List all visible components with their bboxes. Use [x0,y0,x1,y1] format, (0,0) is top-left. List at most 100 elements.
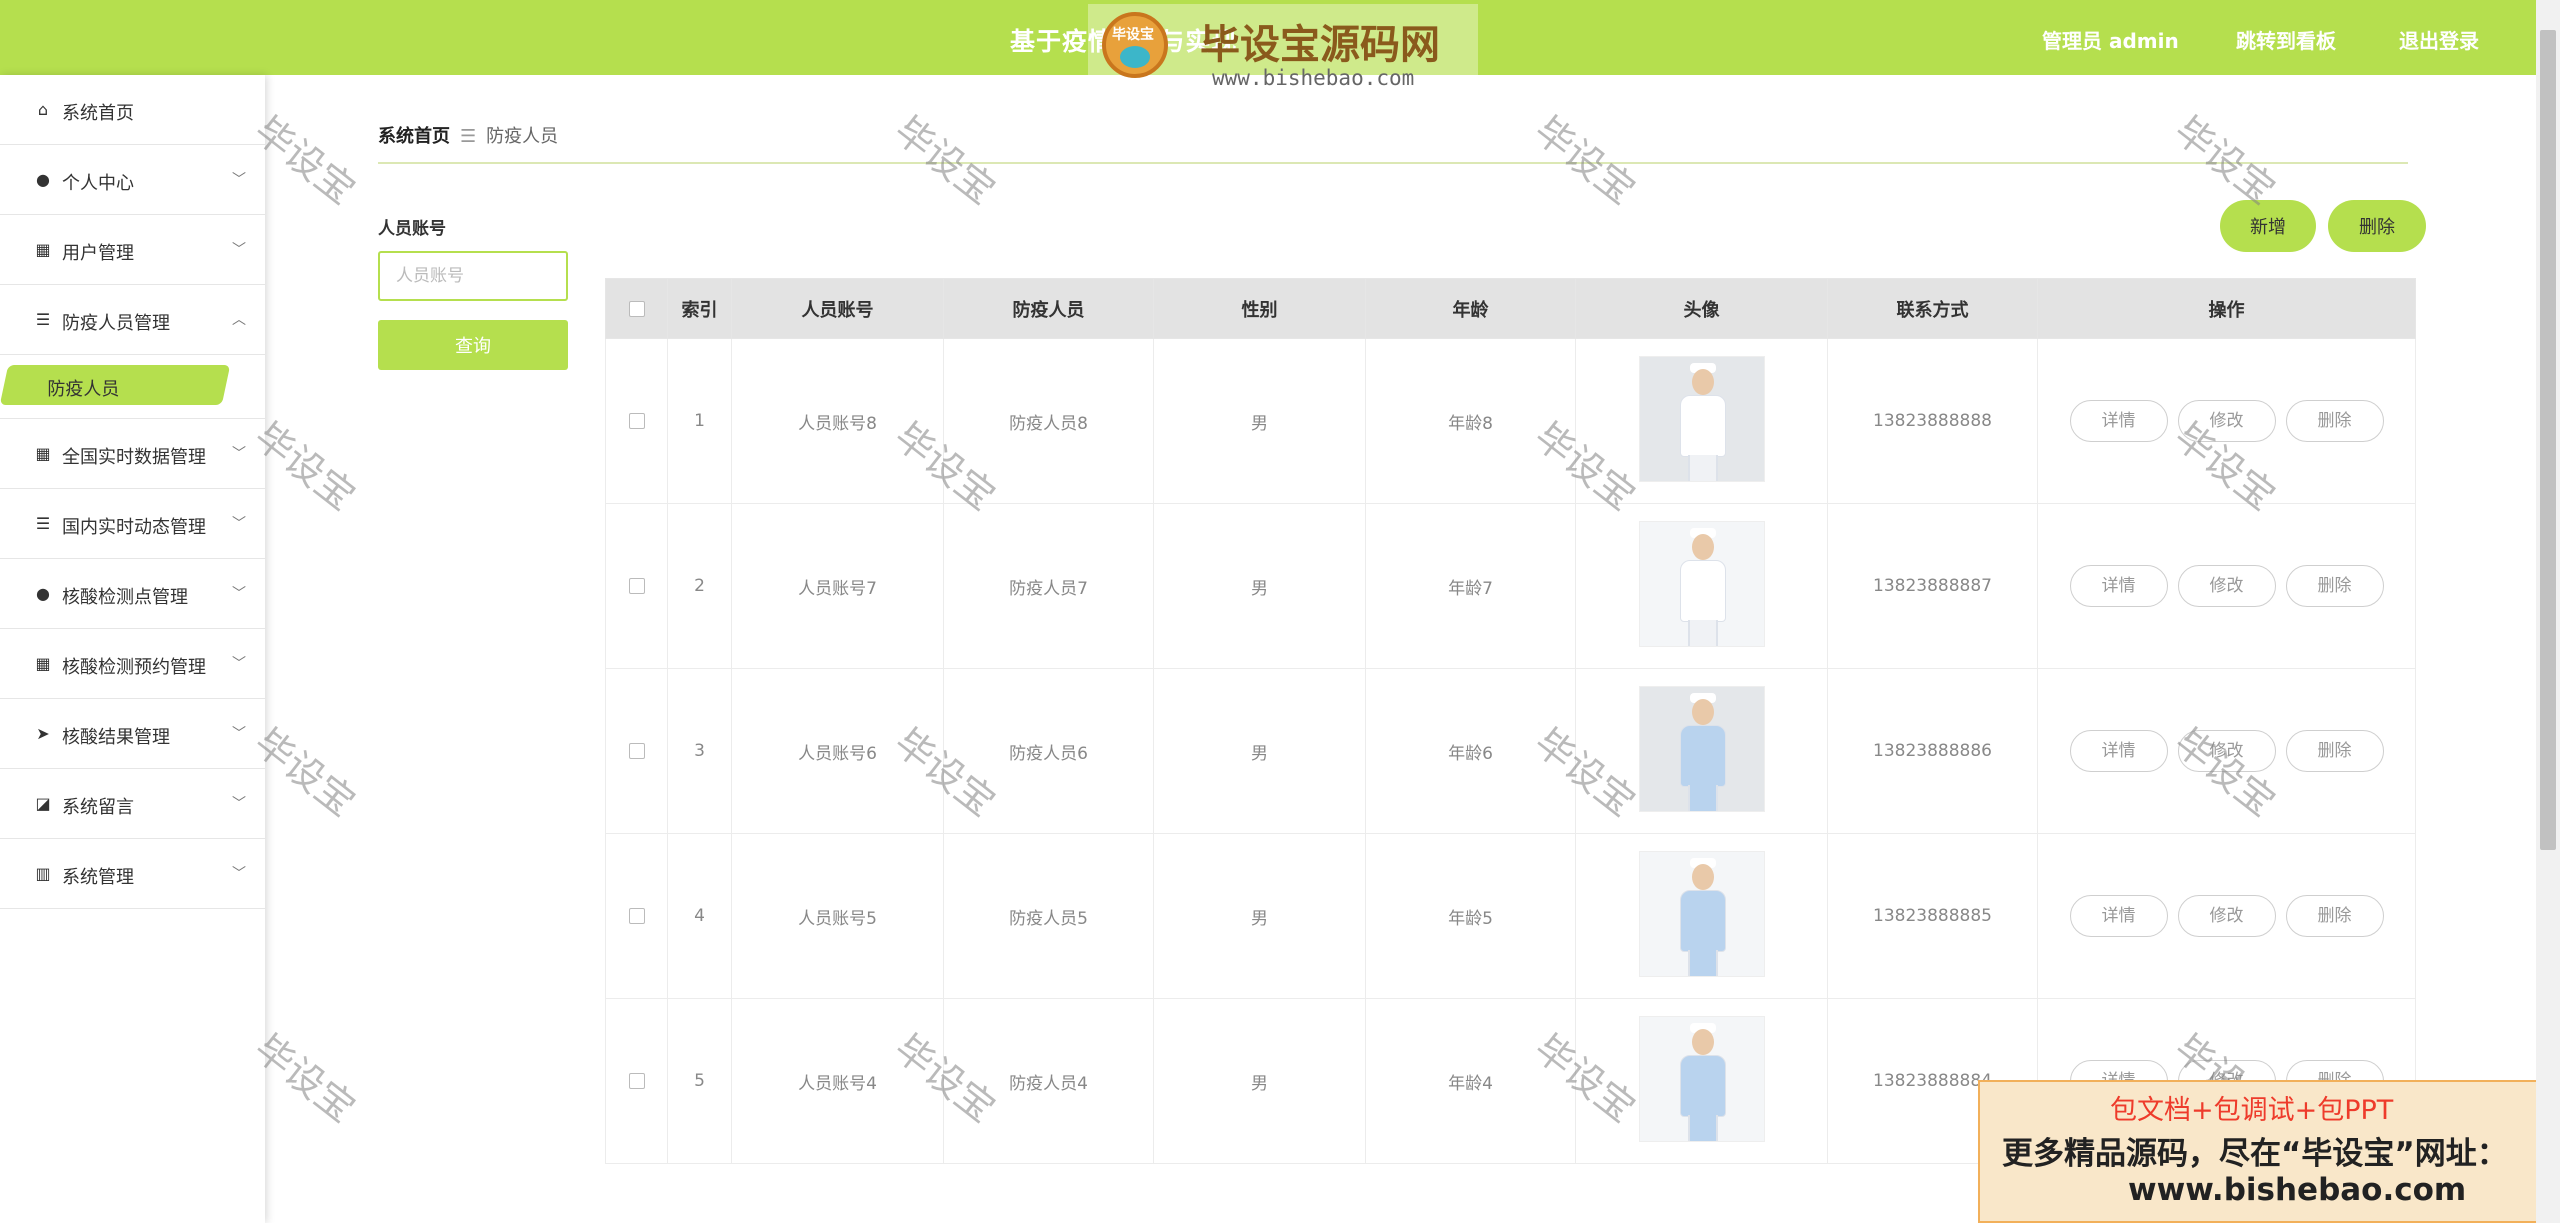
grid-icon: ▦ [35,654,51,673]
cell-account: 人员账号6 [731,668,944,834]
sidebar-item-test-sites[interactable]: ● 核酸检测点管理 ﹀ [0,559,265,629]
sidebar-item-messages[interactable]: ◪ 系统留言 ﹀ [0,769,265,839]
watermark-text: 毕设宝 [1526,107,1644,213]
sidebar-item-home[interactable]: ⌂ 系统首页 [0,75,265,145]
watermark-text: 毕设宝 [886,107,1004,213]
chevron-down-icon: ﹀ [232,656,246,672]
delete-button[interactable]: 删除 [2285,730,2384,772]
bar-chart-icon: ▥ [35,864,51,883]
cell-phone: 13823888885 [1827,833,2038,999]
delete-button[interactable]: 删除 [2285,565,2384,607]
cell-name: 防疫人员7 [943,503,1154,669]
cell-gender: 男 [1153,998,1366,1164]
table-row: 2 人员账号7 防疫人员7 男 年龄7 13823888887 详情 修改 删除 [605,503,2416,669]
row-checkbox[interactable] [628,908,645,924]
cell-name: 防疫人员5 [943,833,1154,999]
admin-user-label[interactable]: 管理员 admin [2042,25,2179,54]
select-all-checkbox[interactable] [628,301,645,317]
avatar-image [1638,1015,1765,1142]
chart-icon: ◪ [35,794,51,813]
cell-gender: 男 [1153,503,1366,669]
avatar-image [1638,685,1765,812]
cell-name: 防疫人员6 [943,668,1154,834]
detail-button[interactable]: 详情 [2069,730,2168,772]
cell-age: 年龄8 [1365,338,1576,504]
cell-account: 人员账号7 [731,503,944,669]
sidebar-item-label: 个人中心 [62,173,134,194]
logout-link[interactable]: 退出登录 [2399,25,2479,54]
sidebar-item-label: 系统管理 [62,867,134,888]
search-input[interactable] [378,251,568,301]
column-header: 防疫人员 [943,278,1154,339]
detail-button[interactable]: 详情 [2069,895,2168,937]
scrollbar-thumb[interactable] [2540,30,2556,850]
list-icon: ☰ [35,310,51,329]
dashboard-link[interactable]: 跳转到看板 [2236,25,2336,54]
cell-index: 4 [667,833,732,999]
logo-badge-text: 毕设宝 [1112,27,1154,43]
sidebar-submenu: 防疫人员 [0,355,265,419]
edit-button[interactable]: 修改 [2177,730,2276,772]
chevron-up-icon: ︿ [232,312,246,328]
sidebar-item-test-results[interactable]: ➤ 核酸结果管理 ﹀ [0,699,265,769]
sidebar-item-label: 系统留言 [62,797,134,818]
delete-button[interactable]: 删除 [2285,400,2384,442]
staff-table: 索引 人员账号 防疫人员 性别 年龄 头像 联系方式 操作 1 人员账号8 防疫… [605,278,2416,1164]
column-header: 联系方式 [1827,278,2038,339]
search-button[interactable]: 查询 [378,320,568,370]
add-button[interactable]: 新增 [2220,200,2316,252]
edit-button[interactable]: 修改 [2177,400,2276,442]
batch-delete-button[interactable]: 删除 [2328,200,2426,252]
promo-line-3: www.bishebao.com [2128,1172,2467,1208]
delete-button[interactable]: 删除 [2285,895,2384,937]
sidebar-item-system-management[interactable]: ▥ 系统管理 ﹀ [0,839,265,909]
row-checkbox[interactable] [628,578,645,594]
cell-gender: 男 [1153,338,1366,504]
promo-line-2: 更多精品源码，尽在“毕设宝”网址： [2002,1136,2508,1172]
edit-button[interactable]: 修改 [2177,895,2276,937]
sidebar: ⌂ 系统首页 ● 个人中心 ﹀ ▦ 用户管理 ﹀ ☰ 防疫人员管理 ︿ 防疫人员… [0,75,265,1223]
cell-account: 人员账号4 [731,998,944,1164]
logo-badge: 毕设宝 [1102,12,1168,78]
home-icon: ⌂ [37,100,49,119]
sidebar-item-user-management[interactable]: ▦ 用户管理 ﹀ [0,215,265,285]
cell-index: 3 [667,668,732,834]
chevron-down-icon: ﹀ [232,446,246,462]
chevron-down-icon: ﹀ [232,172,246,188]
logo-name: 毕设宝源码网 [1200,22,1440,68]
detail-button[interactable]: 详情 [2069,400,2168,442]
sidebar-item-label: 核酸检测预约管理 [62,657,206,678]
column-header: 头像 [1575,278,1828,339]
sidebar-item-staff-management[interactable]: ☰ 防疫人员管理 ︿ [0,285,265,355]
watermark-logo: 毕设宝 毕设宝源码网 www.bishebao.com [1088,4,1478,92]
sidebar-item-personal-center[interactable]: ● 个人中心 ﹀ [0,145,265,215]
cell-gender: 男 [1153,833,1366,999]
breadcrumb-current: 防疫人员 [486,126,559,147]
edit-button[interactable]: 修改 [2177,565,2276,607]
sidebar-item-label: 核酸结果管理 [62,727,170,748]
table-row: 4 人员账号5 防疫人员5 男 年龄5 13823888885 详情 修改 删除 [605,833,2416,999]
breadcrumb: 系统首页 ☰ 防疫人员 [378,122,558,148]
select-all-cell [605,278,668,339]
sidebar-subitem-staff[interactable]: 防疫人员 [0,365,231,405]
column-header: 人员账号 [731,278,944,339]
chevron-down-icon: ﹀ [232,516,246,532]
cell-index: 2 [667,503,732,669]
column-header: 操作 [2037,278,2416,339]
page-scrollbar[interactable] [2536,0,2560,1223]
row-checkbox[interactable] [628,743,645,759]
grid-icon: ▦ [35,240,51,259]
cell-age: 年龄5 [1365,833,1576,999]
list-icon: ☰ [35,514,51,533]
sidebar-item-national-data[interactable]: ▦ 全国实时数据管理 ﹀ [0,419,265,489]
sidebar-item-domestic-news[interactable]: ☰ 国内实时动态管理 ﹀ [0,489,265,559]
row-checkbox[interactable] [628,1073,645,1089]
sidebar-item-test-appointments[interactable]: ▦ 核酸检测预约管理 ﹀ [0,629,265,699]
cell-phone: 13823888887 [1827,503,2038,669]
breadcrumb-home[interactable]: 系统首页 [378,126,450,147]
row-checkbox[interactable] [628,413,645,429]
cell-age: 年龄4 [1365,998,1576,1164]
column-header: 索引 [667,278,732,339]
detail-button[interactable]: 详情 [2069,565,2168,607]
chevron-down-icon: ﹀ [232,586,246,602]
